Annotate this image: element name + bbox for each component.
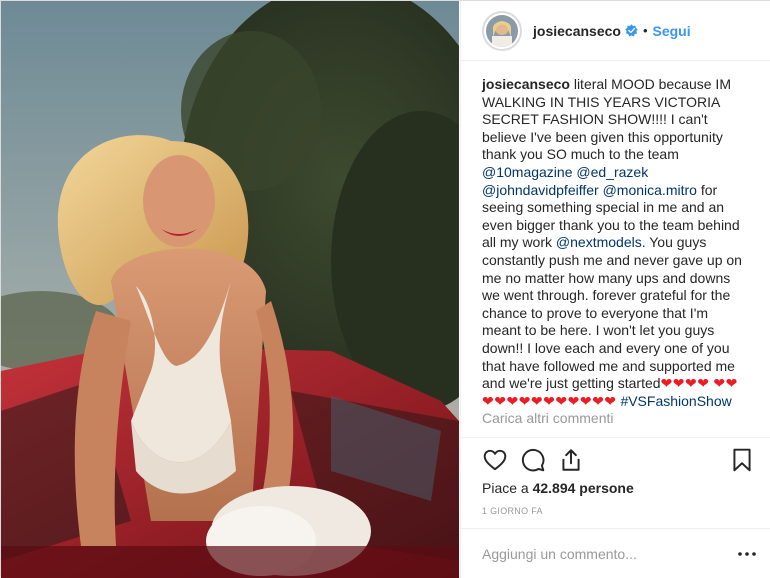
likes-number: 42.894 xyxy=(532,480,576,496)
mention-link[interactable]: @johndavidpfeiffer xyxy=(482,182,599,198)
post-dialog: josiecanseco • Segui josiecanseco litera… xyxy=(0,0,770,578)
mention-link[interactable]: @ed_razek xyxy=(576,164,648,180)
comment-bubble-icon[interactable] xyxy=(520,447,546,473)
avatar[interactable] xyxy=(482,10,522,51)
likes-suffix: persone xyxy=(575,480,634,496)
post-header: josiecanseco • Segui xyxy=(461,1,770,61)
load-more-comments-button[interactable]: Carica altri commenti xyxy=(482,410,749,428)
follow-button[interactable]: Segui xyxy=(653,23,691,39)
hearts-emoji: ❤❤❤❤ xyxy=(660,375,710,392)
bookmark-icon[interactable] xyxy=(729,447,755,473)
comment-input[interactable] xyxy=(482,545,735,562)
likes-count[interactable]: Piace a 42.894 persone xyxy=(482,480,634,496)
verified-badge-icon xyxy=(625,24,638,37)
caption-username[interactable]: josiecanseco xyxy=(482,76,570,92)
avatar-image xyxy=(486,14,518,47)
caption-text-3: . You guys constantly push me and never … xyxy=(482,234,742,392)
post-sidebar: josiecanseco • Segui josiecanseco litera… xyxy=(460,1,770,578)
username-link[interactable]: josiecanseco xyxy=(533,23,621,39)
post-timestamp: 1 GIORNO FA xyxy=(482,506,543,516)
post-photo[interactable] xyxy=(1,1,459,578)
add-comment-bar xyxy=(461,529,770,578)
mention-link[interactable]: @monica.mitro xyxy=(603,182,697,198)
mention-link[interactable]: @10magazine xyxy=(482,164,573,180)
heart-icon[interactable] xyxy=(482,447,508,473)
share-icon[interactable] xyxy=(558,447,584,473)
action-bar xyxy=(482,444,757,476)
more-options-icon[interactable] xyxy=(735,544,759,564)
divider xyxy=(461,437,770,438)
separator-dot: • xyxy=(642,23,648,38)
post-photo-image xyxy=(1,1,459,578)
hashtag-link[interactable]: #VSFashionShow xyxy=(620,393,731,409)
comments-area: josiecanseco literal MOOD because IM WAL… xyxy=(461,62,770,434)
mention-link[interactable]: @nextmodels xyxy=(556,234,642,250)
likes-prefix: Piace a xyxy=(482,480,533,496)
caption: josiecanseco literal MOOD because IM WAL… xyxy=(482,76,749,410)
